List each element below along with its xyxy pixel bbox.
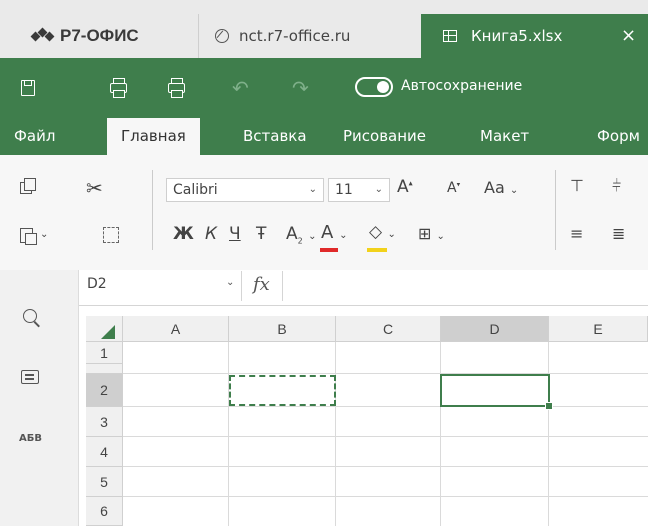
align-center-icon[interactable]: ≣ bbox=[612, 224, 625, 243]
row-gridline bbox=[123, 466, 648, 467]
paste-dropdown-icon[interactable]: ⌄ bbox=[40, 229, 48, 240]
change-case-label: Aa bbox=[484, 178, 505, 197]
shrink-font-button[interactable]: A▾ bbox=[447, 180, 460, 196]
column-gridline bbox=[335, 342, 336, 526]
fill-color-swatch bbox=[367, 248, 387, 252]
grow-font-label: A bbox=[397, 177, 409, 197]
autosave-label: Автосохранение bbox=[401, 78, 523, 94]
spreadsheet-icon bbox=[443, 30, 457, 42]
toolbar-divider bbox=[152, 170, 153, 250]
ribbon-tab-strip bbox=[0, 118, 648, 155]
row-header-3[interactable]: 3 bbox=[86, 407, 123, 437]
select-all-icon[interactable] bbox=[103, 227, 119, 243]
column-gridline bbox=[440, 342, 441, 526]
column-header-b[interactable]: B bbox=[229, 316, 336, 342]
quick-access-bar bbox=[0, 58, 648, 118]
print-icon[interactable] bbox=[110, 78, 127, 98]
bold-button[interactable]: Ж bbox=[173, 224, 194, 244]
formula-divider bbox=[241, 271, 242, 301]
font-color-button[interactable]: A ⌄ bbox=[321, 222, 347, 243]
font-name-select[interactable]: Calibri ⌄ bbox=[166, 178, 324, 202]
chevron-down-icon[interactable]: ⌄ bbox=[226, 277, 234, 288]
row-header-4[interactable]: 4 bbox=[86, 437, 123, 467]
column-header-e[interactable]: E bbox=[549, 316, 648, 342]
toggle-knob bbox=[377, 81, 389, 93]
row-header-gap bbox=[86, 364, 123, 374]
chevron-down-icon: ⌄ bbox=[374, 184, 383, 195]
italic-button[interactable]: К bbox=[205, 224, 217, 244]
chevron-down-icon: ⌄ bbox=[308, 184, 317, 195]
font-color-label: A bbox=[321, 222, 334, 243]
row-header-5[interactable]: 5 bbox=[86, 467, 123, 497]
subscript-button[interactable]: A2 ⌄ bbox=[286, 224, 317, 245]
tab-insert[interactable]: Вставка bbox=[243, 118, 307, 155]
cut-icon[interactable]: ✂ bbox=[86, 176, 103, 200]
comment-icon[interactable] bbox=[21, 370, 39, 384]
borders-button[interactable]: ⊞ ⌄ bbox=[418, 224, 445, 243]
shrink-font-label: A bbox=[447, 180, 457, 196]
fill-handle[interactable] bbox=[545, 402, 553, 410]
font-size-select[interactable]: 11 ⌄ bbox=[328, 178, 390, 202]
name-box[interactable]: D2 bbox=[87, 276, 107, 292]
grow-font-button[interactable]: A▴ bbox=[397, 177, 413, 197]
align-middle-icon[interactable]: ⫩ bbox=[612, 176, 621, 196]
column-header-c[interactable]: C bbox=[336, 316, 441, 342]
copy-marquee-b2 bbox=[229, 375, 336, 406]
font-name-value: Calibri bbox=[173, 182, 218, 198]
function-icon[interactable]: fx bbox=[253, 274, 270, 295]
fill-color-button[interactable]: ◇ ⌄ bbox=[369, 222, 396, 242]
column-header-d[interactable]: D bbox=[441, 316, 549, 342]
search-icon[interactable] bbox=[23, 309, 37, 323]
app-brand[interactable]: Р7-ОФИС bbox=[0, 14, 198, 58]
tab-layout[interactable]: Макет bbox=[480, 118, 529, 155]
row-gridline bbox=[123, 496, 648, 497]
undo-icon[interactable]: ↶ bbox=[232, 76, 249, 100]
spellcheck-icon[interactable]: АБВ bbox=[19, 433, 42, 444]
formula-bar bbox=[79, 270, 648, 306]
font-color-swatch bbox=[320, 248, 338, 252]
tab-portal[interactable]: nct.r7-office.ru bbox=[199, 14, 421, 58]
column-gridline bbox=[548, 342, 549, 526]
column-gridline bbox=[228, 342, 229, 526]
tab-portal-label: nct.r7-office.ru bbox=[239, 27, 351, 45]
tab-home[interactable]: Главная bbox=[107, 118, 200, 155]
formula-divider bbox=[282, 271, 283, 301]
font-size-value: 11 bbox=[335, 182, 353, 198]
tab-document-label: Книга5.xlsx bbox=[471, 27, 563, 45]
tab-draw[interactable]: Рисование bbox=[343, 118, 426, 155]
underline-button[interactable]: Ч bbox=[229, 224, 241, 244]
tab-document[interactable]: Книга5.xlsx × bbox=[421, 14, 648, 58]
r7-logo-icon bbox=[30, 27, 55, 43]
brand-name: Р7-ОФИС bbox=[60, 26, 139, 45]
quick-print-icon[interactable] bbox=[168, 78, 185, 98]
home-toolbar bbox=[0, 155, 648, 270]
redo-icon[interactable]: ↷ bbox=[292, 76, 309, 100]
row-gridline bbox=[123, 436, 648, 437]
close-tab-icon[interactable]: × bbox=[621, 25, 636, 46]
tab-formulas[interactable]: Форм bbox=[597, 118, 640, 155]
subscript-label: A bbox=[286, 224, 298, 244]
row-header-1[interactable]: 1 bbox=[86, 342, 123, 364]
change-case-button[interactable]: Aa ⌄ bbox=[484, 178, 518, 197]
globe-icon bbox=[215, 29, 229, 43]
toolbar-divider bbox=[555, 170, 556, 250]
align-top-icon[interactable]: ⊤ bbox=[570, 176, 584, 195]
save-icon[interactable] bbox=[21, 80, 35, 96]
row-gridline bbox=[123, 373, 648, 374]
left-sidebar bbox=[0, 270, 79, 526]
paste-icon[interactable] bbox=[20, 228, 37, 245]
copy-icon[interactable] bbox=[20, 178, 36, 194]
autosave-toggle[interactable] bbox=[355, 77, 393, 97]
row-gridline bbox=[123, 406, 648, 407]
strikethrough-button[interactable]: Ŧ bbox=[256, 224, 266, 244]
tab-file[interactable]: Файл bbox=[14, 118, 55, 155]
align-left-icon[interactable]: ≡ bbox=[570, 224, 583, 243]
row-header-2[interactable]: 2 bbox=[86, 374, 123, 407]
row-header-6[interactable]: 6 bbox=[86, 497, 123, 526]
active-cell-d2[interactable] bbox=[440, 374, 550, 407]
column-header-a[interactable]: A bbox=[123, 316, 229, 342]
select-all-triangle-icon bbox=[101, 325, 115, 339]
